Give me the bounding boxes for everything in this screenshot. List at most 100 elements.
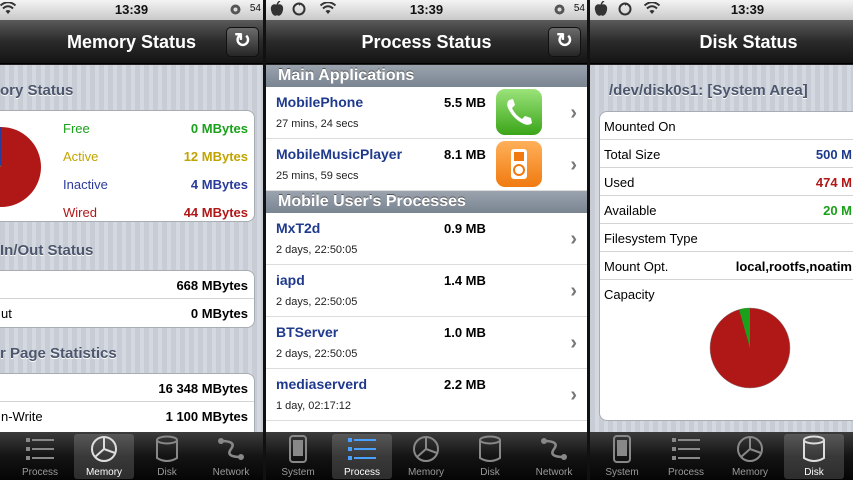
page-title: Memory Status	[66, 32, 197, 52]
legend-label: Active	[63, 149, 99, 164]
tab-disk[interactable]: Disk	[784, 434, 844, 479]
page-stat-row: n-Write 1 100 MBytes	[0, 402, 254, 430]
chevron-right-icon: ›	[570, 154, 577, 176]
disk-content: /dev/disk0s1: [System Area] Mounted On T…	[590, 65, 853, 432]
process-time: 25 mins, 59 secs	[276, 170, 359, 182]
volume-title: /dev/disk0s1: [System Area]	[609, 82, 808, 99]
row-value: 668 MBytes	[176, 278, 248, 293]
tab-label: Process	[343, 467, 381, 478]
disk-row: Mount Opt. local,rootfs,noatim	[600, 252, 853, 280]
tab-memory[interactable]: Memory	[74, 434, 134, 479]
pie-icon	[396, 434, 456, 464]
section-header: Mobile User's Processes	[266, 191, 587, 213]
tab-label: Disk	[480, 467, 500, 478]
process-list: Main Applications MobilePhone 5.5 MB 27 …	[266, 65, 587, 432]
apple-icon	[594, 0, 608, 20]
disk-icon	[784, 434, 844, 464]
list-icon	[10, 434, 70, 464]
memory-pie-group: Free 0 MBytes Active 12 MBytes Inactive …	[0, 110, 255, 222]
memory-content: ory Status Free 0 MBytes Active 12 MByte…	[0, 65, 263, 432]
process-row[interactable]: MxT2d 0.9 MB 2 days, 22:50:05 ›	[266, 213, 587, 265]
status-bar: 13:39 54	[266, 0, 587, 20]
process-memory: 0.9 MB	[444, 221, 486, 236]
refresh-icon: ↻	[556, 30, 573, 52]
phone-app-icon	[496, 89, 542, 135]
process-name: MobileMusicPlayer	[276, 146, 403, 162]
lock-rotation-icon	[554, 3, 565, 18]
row-value: 500 M	[815, 147, 852, 162]
disk-icon	[137, 434, 197, 464]
disk-info-group: Mounted On Total Size 500 M Used 474 M A…	[599, 111, 853, 421]
legend-value: 4 MBytes	[190, 177, 248, 192]
nav-bar: Memory Status ↻	[0, 20, 263, 64]
process-memory: 1.4 MB	[444, 273, 486, 288]
battery-level: 54	[249, 3, 261, 14]
refresh-button[interactable]: ↻	[548, 27, 581, 57]
row-label: Filesystem Type	[604, 231, 698, 246]
tab-system[interactable]: System	[592, 434, 652, 479]
legend-label: Inactive	[63, 177, 108, 192]
tab-process[interactable]: Process	[332, 434, 392, 479]
tab-disk[interactable]: Disk	[137, 434, 197, 479]
tab-memory[interactable]: Memory	[396, 434, 456, 479]
page-stats-group: 16 348 MBytes n-Write 1 100 MBytes	[0, 373, 255, 432]
tab-network[interactable]: Network	[524, 434, 584, 479]
tab-network[interactable]: Network	[201, 434, 261, 479]
row-label: n-Write	[1, 409, 43, 424]
process-memory: 8.1 MB	[444, 147, 486, 162]
status-bar: 13:39	[590, 0, 853, 20]
pie-icon	[74, 434, 134, 464]
process-time: 1 day, 02:17:12	[276, 400, 352, 412]
process-time: 2 days, 22:50:05	[276, 296, 358, 308]
pie-icon	[720, 434, 780, 464]
row-label: Available	[604, 203, 657, 218]
chevron-right-icon: ›	[570, 228, 577, 250]
tab-label: Memory	[731, 467, 769, 478]
chevron-right-icon: ›	[570, 280, 577, 302]
process-name: MxT2d	[276, 220, 321, 236]
refresh-button[interactable]: ↻	[226, 27, 259, 57]
tab-process[interactable]: Process	[656, 434, 716, 479]
legend-inactive: Inactive 4 MBytes	[63, 177, 248, 193]
tab-bar: System Process Memory Disk	[590, 432, 853, 480]
process-name: mediaserverd	[276, 376, 368, 392]
tab-label: Process	[21, 467, 59, 478]
process-row[interactable]: iapd 1.4 MB 2 days, 22:50:05 ›	[266, 265, 587, 317]
tab-label: Process	[667, 467, 705, 478]
network-icon	[201, 434, 261, 464]
memory-pie-chart	[0, 127, 41, 207]
nav-bar: Disk Status	[590, 20, 853, 64]
process-row[interactable]: MobilePhone 5.5 MB 27 mins, 24 secs ›	[266, 87, 587, 139]
inout-row: 668 MBytes	[0, 271, 254, 299]
tab-process[interactable]: Process	[10, 434, 70, 479]
process-name: iapd	[276, 272, 305, 288]
process-memory: 2.2 MB	[444, 377, 486, 392]
legend-value: 12 MBytes	[183, 149, 248, 164]
status-bar: 13:39 54	[0, 0, 263, 20]
row-value: 474 M	[815, 175, 852, 190]
tab-disk[interactable]: Disk	[460, 434, 520, 479]
process-row[interactable]: MobileMusicPlayer 8.1 MB 25 mins, 59 sec…	[266, 139, 587, 191]
chevron-right-icon: ›	[570, 384, 577, 406]
row-value: 16 348 MBytes	[158, 381, 248, 396]
tab-memory[interactable]: Memory	[720, 434, 780, 479]
disk-row-capacity: Capacity	[600, 280, 853, 418]
section-header: In/Out Status	[0, 242, 94, 259]
battery-level: 54	[573, 3, 585, 14]
row-label: Total Size	[604, 147, 661, 162]
page-stat-row: 16 348 MBytes	[0, 374, 254, 402]
process-row[interactable]: mediaserverd 2.2 MB 1 day, 02:17:12 ›	[266, 369, 587, 421]
process-row-partial[interactable]	[266, 421, 587, 432]
row-value: local,rootfs,noatim	[735, 259, 852, 274]
inout-group: 668 MBytes ut 0 MBytes	[0, 270, 255, 328]
phone-icon	[592, 434, 652, 464]
tab-label: System	[281, 467, 315, 478]
tab-system[interactable]: System	[268, 434, 328, 479]
list-icon	[656, 434, 716, 464]
disk-row: Total Size 500 M	[600, 140, 853, 168]
page-title: Process Status	[361, 32, 492, 52]
disk-row: Mounted On	[600, 112, 853, 140]
process-row[interactable]: BTServer 1.0 MB 2 days, 22:50:05 ›	[266, 317, 587, 369]
capacity-pie-chart	[709, 307, 791, 389]
page-title: Disk Status	[699, 32, 798, 52]
